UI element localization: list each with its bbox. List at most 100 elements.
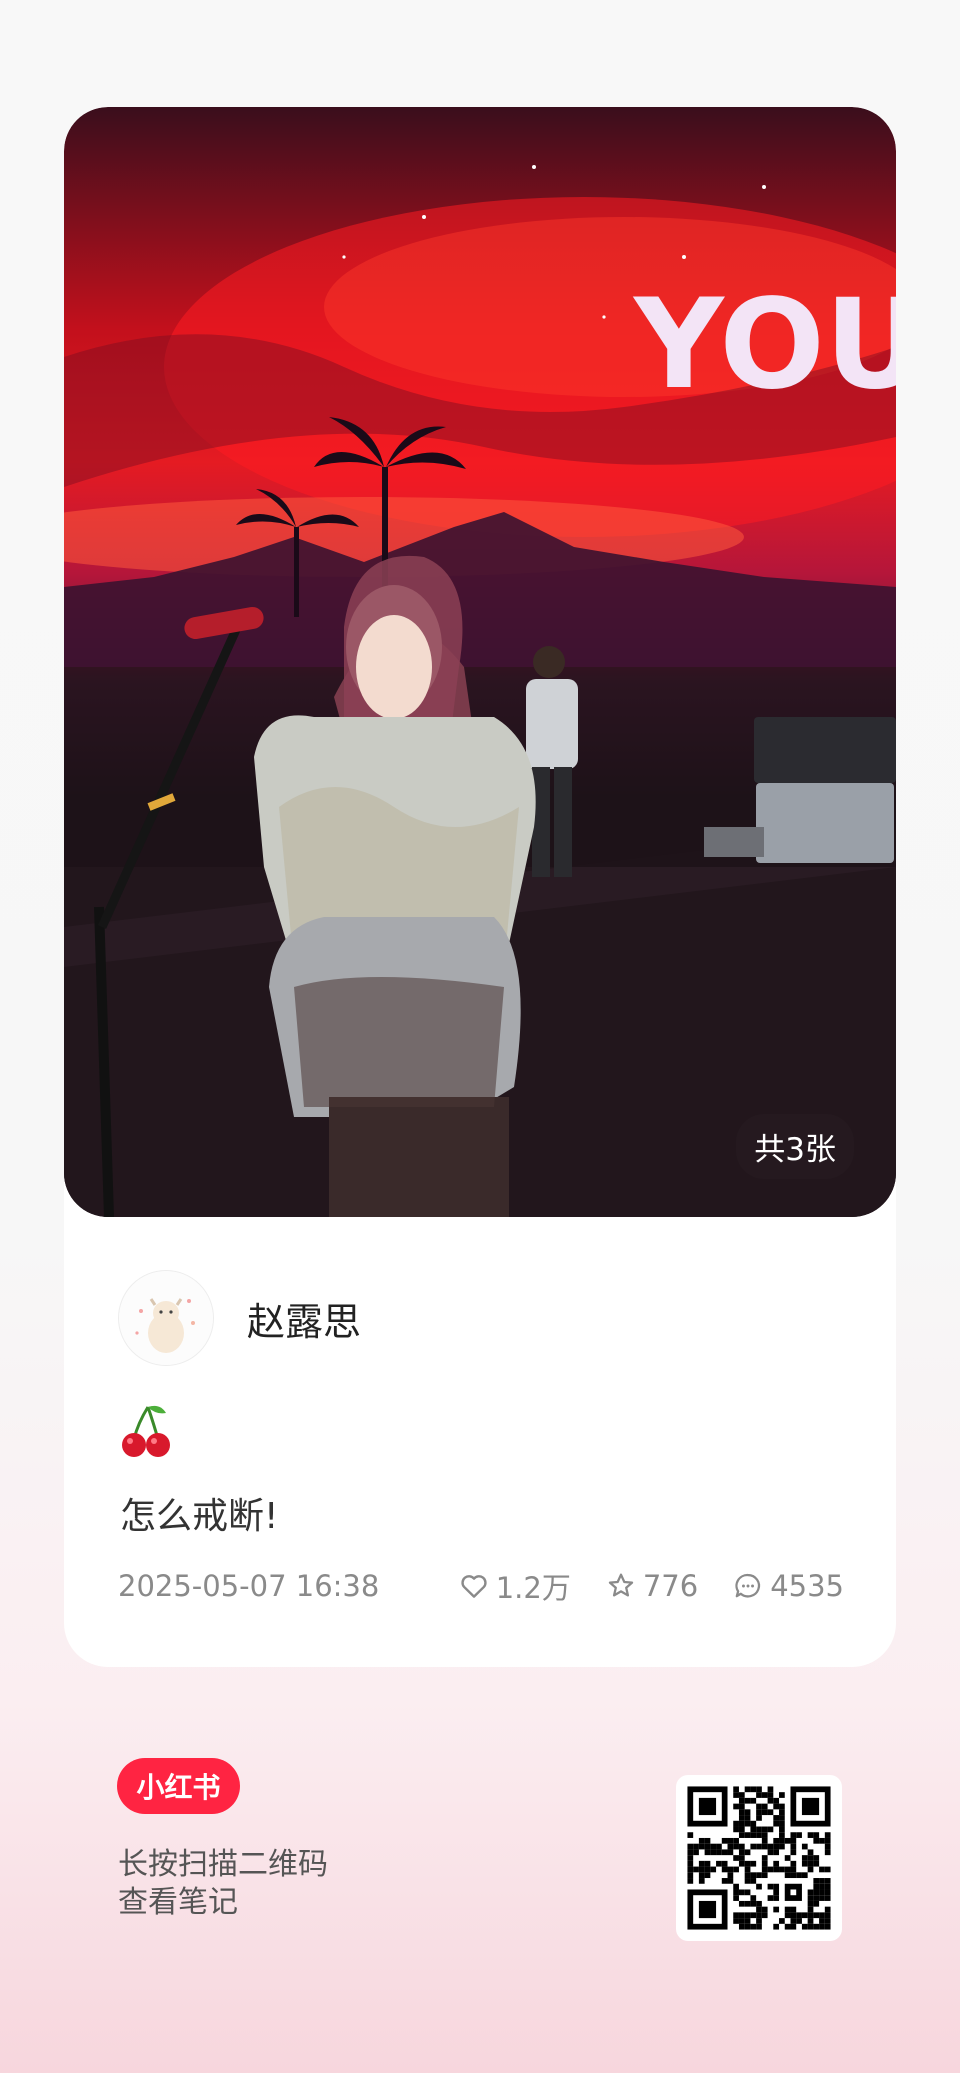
qr-module: [773, 1906, 780, 1913]
like-count: 1.2万: [495, 1571, 571, 1605]
screen-text: YOU: [632, 273, 896, 417]
qr-module: [767, 1866, 774, 1873]
qr-module: [756, 1843, 762, 1850]
qr-module: [738, 1826, 745, 1833]
qr-module: [761, 1837, 768, 1844]
qr-module: [824, 1849, 831, 1856]
qr-module: [761, 1792, 768, 1798]
qr-module: [693, 1843, 699, 1850]
qr-module: [738, 1923, 745, 1930]
note-meta: 2025-05-07 16:38 1.2万 776 4535: [118, 1565, 844, 1607]
qr-module: [704, 1872, 711, 1879]
qr-module: [790, 1866, 797, 1873]
qr-module: [687, 1849, 694, 1856]
qr-module: [744, 1786, 751, 1793]
qr-module: [756, 1912, 762, 1919]
like-button[interactable]: 1.2万: [458, 1565, 571, 1607]
qr-module: [733, 1843, 739, 1850]
qr-module: [790, 1860, 797, 1867]
qr-module: [824, 1889, 831, 1896]
qr-module: [733, 1786, 739, 1793]
qr-module: [773, 1849, 780, 1856]
qr-module: [779, 1918, 785, 1924]
qr-module: [750, 1832, 757, 1838]
qr-module: [687, 1832, 694, 1838]
qr-module: [773, 1860, 780, 1867]
qr-module: [727, 1849, 734, 1856]
qr-module: [704, 1837, 711, 1844]
qr-module: [750, 1872, 757, 1879]
qr-module: [733, 1918, 739, 1924]
qr-module: [824, 1843, 831, 1850]
qr-module: [819, 1889, 825, 1896]
qr-module: [756, 1786, 762, 1793]
qr-module: [698, 1872, 705, 1879]
qr-module: [733, 1912, 739, 1919]
qr-module: [773, 1889, 780, 1896]
qr-module: [779, 1843, 785, 1850]
qr-module: [733, 1820, 739, 1827]
qr-module: [750, 1826, 757, 1833]
avatar[interactable]: [118, 1270, 214, 1366]
note-card[interactable]: YOU 共3张 赵露思 怎么戒断! 2025-05-07 16:38 1.2万 …: [64, 107, 896, 1667]
qr-module: [813, 1895, 820, 1901]
author-row[interactable]: 赵露思: [118, 1270, 361, 1366]
qr-module: [807, 1900, 814, 1907]
qr-module: [784, 1906, 791, 1913]
qr-module: [773, 1895, 780, 1901]
qr-module: [738, 1849, 745, 1856]
qr-code[interactable]: [676, 1775, 842, 1941]
qr-module: [744, 1889, 751, 1896]
qr-module: [779, 1820, 785, 1827]
qr-module: [779, 1803, 785, 1810]
qr-module: [756, 1883, 762, 1890]
qr-module: [819, 1837, 825, 1844]
qr-module: [761, 1872, 768, 1879]
qr-module: [744, 1912, 751, 1919]
qr-module: [738, 1803, 745, 1810]
qr-module: [687, 1843, 694, 1850]
scan-line-2: 查看笔记: [118, 1885, 238, 1920]
qr-module: [756, 1918, 762, 1924]
qr-module: [761, 1860, 768, 1867]
qr-module: [784, 1837, 791, 1844]
qr-module: [710, 1866, 717, 1873]
qr-module: [801, 1843, 808, 1850]
note-photo[interactable]: YOU 共3张: [64, 107, 896, 1217]
qr-module: [779, 1792, 785, 1798]
qr-module: [710, 1849, 717, 1856]
qr-module: [761, 1803, 768, 1810]
qr-module: [733, 1792, 739, 1798]
qr-module: [744, 1878, 751, 1884]
qr-module: [824, 1878, 831, 1884]
qr-module: [790, 1872, 797, 1879]
qr-code-icon: [687, 1786, 831, 1930]
qr-module: [761, 1809, 768, 1816]
qr-module: [721, 1849, 728, 1856]
qr-module: [750, 1923, 757, 1930]
qr-module: [779, 1866, 785, 1873]
author-name[interactable]: 赵露思: [247, 1291, 361, 1346]
stage-photo-illustration: YOU: [64, 165, 896, 1217]
qr-module: [807, 1866, 814, 1873]
qr-module: [790, 1843, 797, 1850]
qr-module: [756, 1815, 762, 1821]
qr-module: [738, 1797, 745, 1804]
qr-module: [744, 1820, 751, 1827]
qr-module: [693, 1866, 699, 1873]
qr-module: [704, 1866, 711, 1873]
qr-module: [761, 1855, 768, 1861]
qr-module: [698, 1866, 705, 1873]
qr-module: [801, 1860, 808, 1867]
qr-module: [704, 1849, 711, 1856]
comment-button[interactable]: 4535: [732, 1569, 844, 1603]
qr-module: [779, 1826, 785, 1833]
qr-module: [779, 1809, 785, 1816]
collect-button[interactable]: 776: [605, 1569, 698, 1603]
qr-module: [773, 1837, 780, 1844]
qr-module: [813, 1832, 820, 1838]
comment-count: 4535: [770, 1569, 844, 1603]
qr-module: [721, 1860, 728, 1867]
collect-count: 776: [642, 1569, 699, 1603]
qr-module: [733, 1803, 739, 1810]
